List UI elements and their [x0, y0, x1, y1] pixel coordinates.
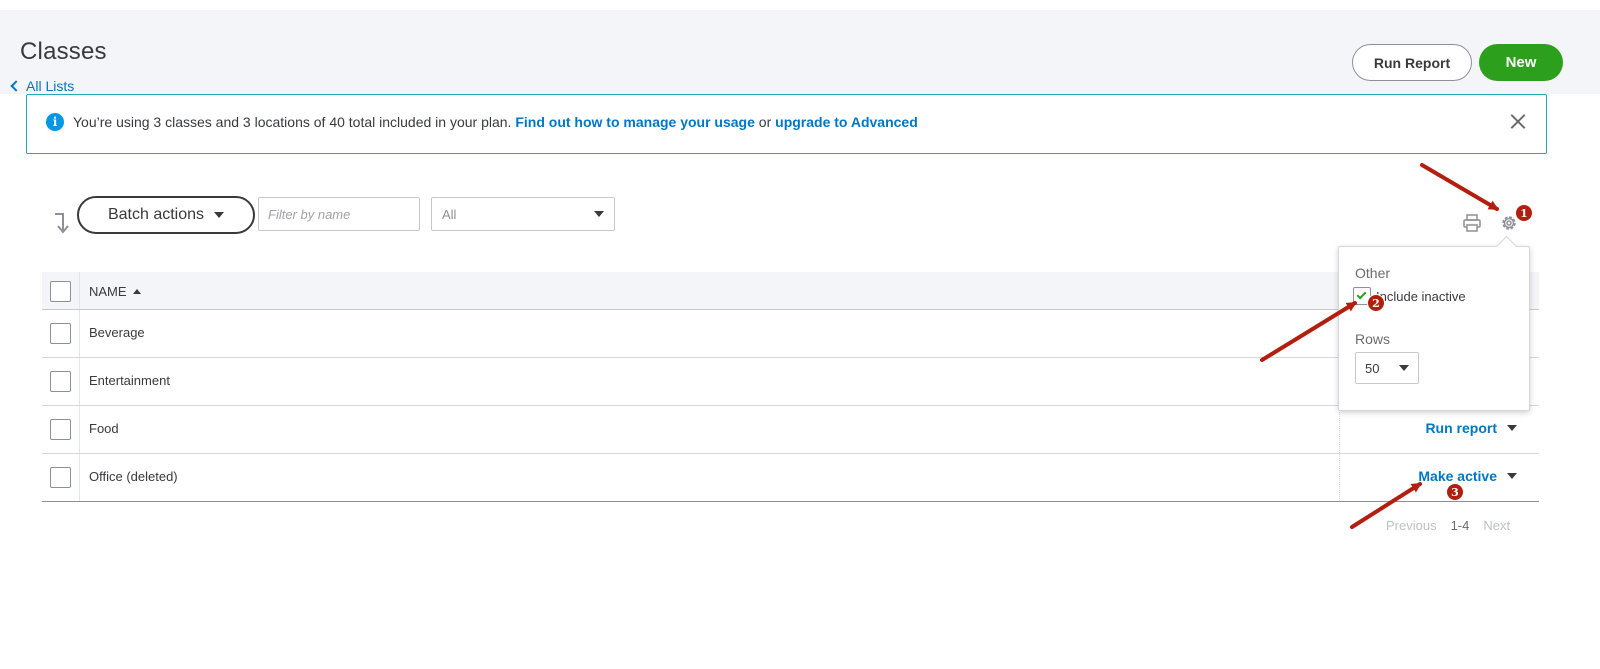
class-name: Office (deleted): [89, 469, 178, 484]
all-lists-label: All Lists: [26, 78, 75, 94]
row-action-label: Run report: [1425, 420, 1497, 436]
close-icon[interactable]: [1508, 111, 1528, 131]
table-row: Beverage: [42, 310, 1539, 358]
all-lists-link[interactable]: All Lists: [10, 78, 74, 94]
usage-banner: i You’re using 3 classes and 3 locations…: [26, 94, 1547, 154]
annotation-badge-3: 3: [1446, 483, 1464, 501]
class-name: Food: [89, 421, 119, 436]
batch-actions-button[interactable]: Batch actions: [77, 196, 255, 234]
column-divider: [79, 358, 80, 405]
checkmark-icon: [1356, 289, 1367, 300]
filter-by-name-input[interactable]: [258, 197, 420, 231]
caret-down-icon[interactable]: [1507, 425, 1517, 431]
print-icon[interactable]: [1462, 213, 1482, 233]
page-range: 1-4: [1450, 518, 1470, 533]
table-header: NAME: [42, 272, 1539, 310]
row-checkbox[interactable]: [50, 371, 71, 392]
class-name: Beverage: [89, 325, 145, 340]
row-checkbox[interactable]: [50, 323, 71, 344]
page: Classes All Lists Run Report New i You’r…: [0, 0, 1600, 669]
page-header: Classes All Lists Run Report New: [0, 10, 1600, 94]
table-row: Entertainment: [42, 358, 1539, 406]
sort-ascending-icon: [132, 289, 141, 294]
status-filter-value: All: [442, 206, 457, 222]
caret-down-icon: [214, 212, 225, 218]
banner-message: You’re using 3 classes and 3 locations o…: [73, 114, 918, 130]
table-row: Office (deleted) Make active: [42, 454, 1539, 502]
pagination: Previous 1-4 Next: [1386, 518, 1510, 533]
classes-table: NAME Beverage Entertainment Food Run rep…: [42, 272, 1539, 502]
make-active-action[interactable]: Make active: [1418, 468, 1517, 484]
row-checkbox[interactable]: [50, 419, 71, 440]
run-report-button[interactable]: Run Report: [1352, 44, 1472, 81]
name-column-label: NAME: [89, 284, 127, 299]
next-page-button[interactable]: Next: [1483, 518, 1510, 533]
previous-page-button[interactable]: Previous: [1386, 518, 1437, 533]
run-report-action[interactable]: Run report: [1425, 420, 1517, 436]
class-name: Entertainment: [89, 373, 170, 388]
column-divider: [1339, 454, 1340, 501]
rows-per-page-value: 50: [1365, 360, 1380, 376]
row-action-label: Make active: [1418, 468, 1497, 484]
info-icon: i: [46, 113, 64, 131]
annotation-badge-1: 1: [1515, 204, 1533, 222]
page-title: Classes: [20, 38, 107, 65]
column-divider: [79, 454, 80, 501]
caret-down-icon: [594, 211, 604, 217]
other-heading: Other: [1355, 265, 1391, 281]
select-all-checkbox[interactable]: [50, 281, 71, 302]
status-filter-select[interactable]: All: [431, 197, 615, 231]
new-button[interactable]: New: [1479, 44, 1563, 81]
rows-heading: Rows: [1355, 331, 1391, 347]
table-row: Food Run report: [42, 406, 1539, 454]
caret-down-icon[interactable]: [1507, 473, 1517, 479]
collapse-arrow-icon[interactable]: [52, 212, 70, 234]
table-settings-popover: Other Include inactive Rows 50: [1338, 246, 1530, 411]
row-checkbox[interactable]: [50, 467, 71, 488]
caret-down-icon: [1399, 365, 1409, 371]
batch-actions-label: Batch actions: [107, 206, 205, 223]
annotation-arrow-1: [1420, 163, 1499, 211]
column-divider: [79, 310, 80, 357]
banner-text: You’re using 3 classes and 3 locations o…: [73, 114, 512, 130]
rows-per-page-select[interactable]: 50: [1355, 352, 1419, 384]
column-divider: [79, 272, 80, 309]
banner-connector: or: [758, 114, 772, 130]
upgrade-advanced-link[interactable]: upgrade to Advanced: [775, 114, 918, 130]
column-divider: [79, 406, 80, 453]
manage-usage-link[interactable]: Find out how to manage your usage: [515, 114, 755, 130]
column-divider: [1339, 406, 1340, 453]
include-inactive-label: Include inactive: [1376, 289, 1466, 304]
chevron-left-icon: [10, 80, 22, 92]
name-column-header[interactable]: NAME: [89, 284, 141, 299]
annotation-badge-2: 2: [1367, 294, 1385, 312]
